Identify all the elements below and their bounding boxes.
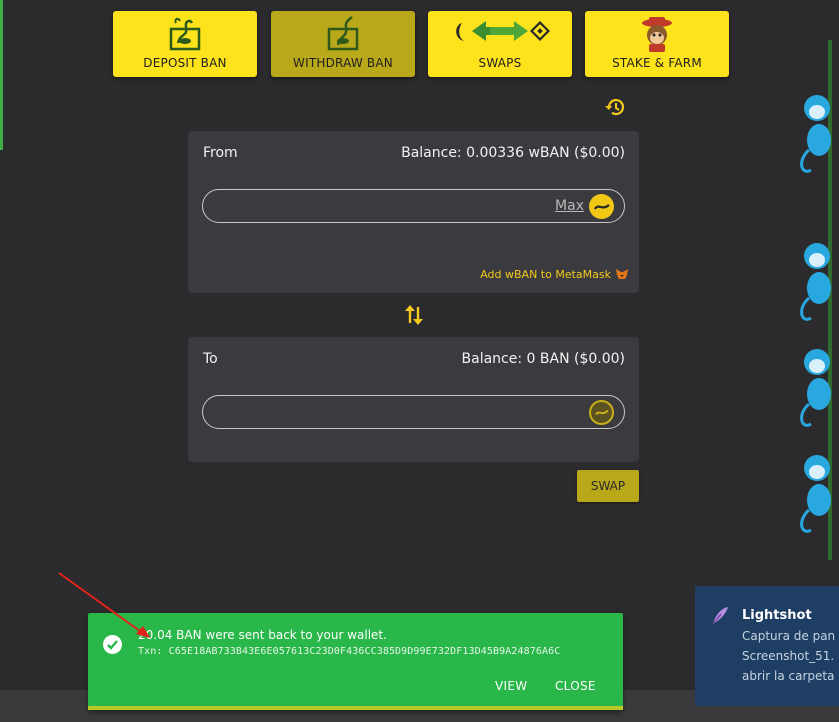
from-label: From (203, 145, 238, 161)
max-button[interactable]: Max (555, 198, 584, 214)
lightshot-line-3: abrir la carpeta (742, 669, 835, 683)
lightshot-title: Lightshot (742, 608, 812, 623)
deposit-ban-button[interactable]: DEPOSIT BAN (113, 11, 257, 77)
swap-direction-icon[interactable] (404, 304, 424, 330)
toast-txn-hash: Txn: C65E18AB733B43E6E057613C23D0F436CC3… (138, 646, 561, 657)
monkey-icon (800, 243, 831, 321)
swaps-icon (450, 15, 551, 50)
ban-coin-icon (589, 400, 614, 425)
from-balance: Balance: 0.00336 wBAN ($0.00) (401, 145, 625, 161)
deposit-ban-label: DEPOSIT BAN (143, 56, 227, 70)
stake-farm-icon (640, 15, 674, 56)
swap-button[interactable]: SWAP (577, 470, 639, 502)
toast-close-button[interactable]: CLOSE (555, 679, 596, 693)
stake-farm-label: STAKE & FARM (612, 56, 702, 70)
lightshot-feather-icon (711, 606, 729, 630)
stake-farm-button[interactable]: STAKE & FARM (585, 11, 729, 77)
add-to-metamask-link[interactable]: Add wBAN to MetaMask (480, 268, 629, 281)
lightshot-notification[interactable]: Lightshot Captura de pan Screenshot_51. … (695, 586, 839, 706)
monkey-icon (800, 349, 831, 427)
to-label: To (203, 351, 218, 367)
lightshot-line-2: Screenshot_51. (742, 649, 835, 663)
toast-view-button[interactable]: VIEW (495, 679, 527, 693)
toast-message: 20.04 BAN were sent back to your wallet. (138, 628, 387, 642)
success-toast: 20.04 BAN were sent back to your wallet.… (88, 613, 623, 710)
swaps-button[interactable]: SWAPS (428, 11, 572, 77)
to-card: To Balance: 0 BAN ($0.00) (188, 337, 639, 462)
from-amount-input[interactable]: Max (202, 189, 625, 223)
lightshot-line-1: Captura de pan (742, 629, 836, 643)
swaps-label: SWAPS (478, 56, 522, 70)
toast-progress-bar (88, 706, 623, 710)
history-icon[interactable] (604, 96, 626, 122)
withdraw-ban-button[interactable]: WITHDRAW BAN (271, 11, 415, 77)
to-balance: Balance: 0 BAN ($0.00) (461, 351, 625, 367)
deposit-icon (168, 15, 202, 54)
annotation-arrow (58, 572, 150, 638)
withdraw-icon (326, 15, 360, 54)
left-accent-bar (0, 0, 3, 150)
metamask-fox-icon (615, 268, 629, 280)
monkey-icon (800, 95, 831, 173)
max-coin-icon (589, 194, 614, 219)
monkey-icon (800, 455, 831, 533)
withdraw-ban-label: WITHDRAW BAN (293, 56, 393, 70)
to-amount-input[interactable] (202, 395, 625, 429)
from-card: From Balance: 0.00336 wBAN ($0.00) Max A… (188, 131, 639, 293)
add-to-metamask-label: Add wBAN to MetaMask (480, 268, 611, 281)
